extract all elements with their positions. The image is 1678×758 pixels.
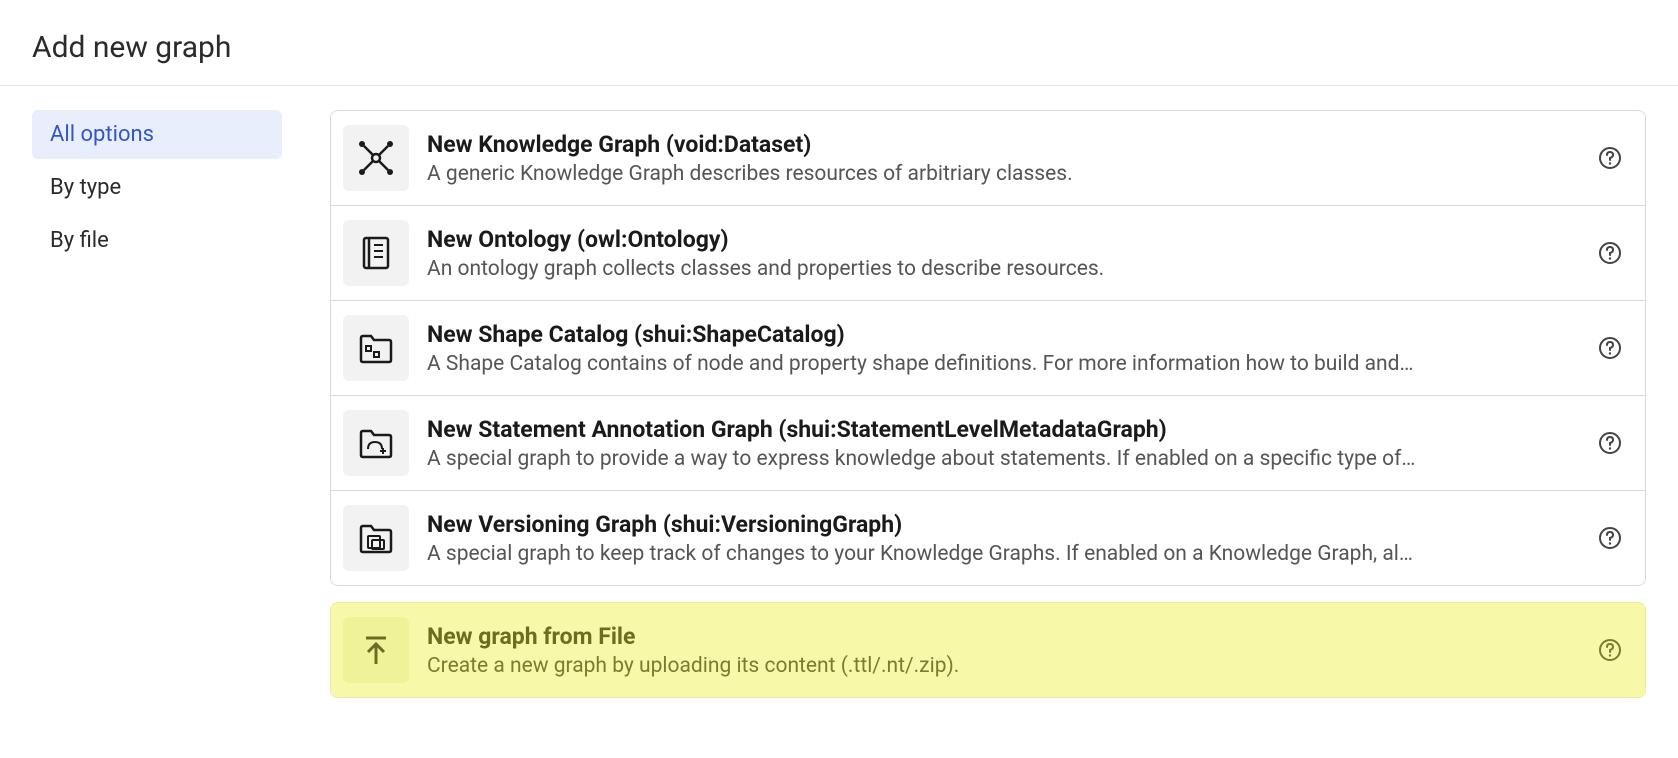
- option-row[interactable]: New Shape Catalog (shui:ShapeCatalog) A S…: [331, 300, 1645, 395]
- help-icon[interactable]: [1595, 143, 1625, 173]
- sidebar-item-label: By file: [50, 228, 109, 253]
- network-graph-icon: [343, 125, 409, 191]
- option-text: New graph from File Create a new graph by…: [427, 623, 1577, 678]
- sidebar: All options By type By file: [32, 110, 282, 714]
- sidebar-item-by-type[interactable]: By type: [32, 163, 282, 212]
- options-panel: New Knowledge Graph (void:Dataset) A gene…: [330, 110, 1646, 714]
- option-row[interactable]: New Versioning Graph (shui:VersioningGra…: [331, 490, 1645, 585]
- dialog-body: All options By type By file New Knowledge …: [0, 86, 1678, 754]
- option-title: New Shape Catalog (shui:ShapeCatalog): [427, 321, 1577, 348]
- sidebar-item-by-file[interactable]: By file: [32, 216, 282, 265]
- option-description: A generic Knowledge Graph describes reso…: [427, 162, 1577, 186]
- option-title: New Ontology (owl:Ontology): [427, 226, 1577, 253]
- option-text: New Shape Catalog (shui:ShapeCatalog) A S…: [427, 321, 1577, 376]
- option-row[interactable]: New Ontology (owl:Ontology) An ontology g…: [331, 205, 1645, 300]
- help-icon[interactable]: [1595, 238, 1625, 268]
- option-group: New graph from File Create a new graph by…: [330, 602, 1646, 698]
- sidebar-item-label: By type: [50, 175, 121, 200]
- folder-versioning-icon: [343, 505, 409, 571]
- option-description: Create a new graph by uploading its cont…: [427, 654, 1577, 678]
- dialog-header: Add new graph: [0, 0, 1678, 86]
- option-title: New Knowledge Graph (void:Dataset): [427, 131, 1577, 158]
- option-title: New Versioning Graph (shui:VersioningGra…: [427, 511, 1577, 538]
- option-text: New Versioning Graph (shui:VersioningGra…: [427, 511, 1577, 566]
- help-icon[interactable]: [1595, 523, 1625, 553]
- option-text: New Knowledge Graph (void:Dataset) A gene…: [427, 131, 1577, 186]
- option-title: New graph from File: [427, 623, 1577, 650]
- option-title: New Statement Annotation Graph (shui:Sta…: [427, 416, 1577, 443]
- dialog-title: Add new graph: [32, 30, 1678, 65]
- ontology-book-icon: [343, 220, 409, 286]
- help-icon[interactable]: [1595, 428, 1625, 458]
- option-row[interactable]: New Knowledge Graph (void:Dataset) A gene…: [331, 111, 1645, 205]
- option-description: A special graph to provide a way to expr…: [427, 447, 1577, 471]
- option-row[interactable]: New graph from File Create a new graph by…: [331, 603, 1645, 697]
- option-row[interactable]: New Statement Annotation Graph (shui:Sta…: [331, 395, 1645, 490]
- option-text: New Ontology (owl:Ontology) An ontology g…: [427, 226, 1577, 281]
- help-icon[interactable]: [1595, 635, 1625, 665]
- sidebar-item-label: All options: [50, 122, 154, 147]
- folder-annotation-icon: [343, 410, 409, 476]
- option-description: A Shape Catalog contains of node and pro…: [427, 352, 1577, 376]
- option-description: An ontology graph collects classes and p…: [427, 257, 1577, 281]
- option-text: New Statement Annotation Graph (shui:Sta…: [427, 416, 1577, 471]
- upload-icon: [343, 617, 409, 683]
- sidebar-item-all-options[interactable]: All options: [32, 110, 282, 159]
- folder-shapes-icon: [343, 315, 409, 381]
- option-group: New Knowledge Graph (void:Dataset) A gene…: [330, 110, 1646, 586]
- help-icon[interactable]: [1595, 333, 1625, 363]
- option-description: A special graph to keep track of changes…: [427, 542, 1577, 566]
